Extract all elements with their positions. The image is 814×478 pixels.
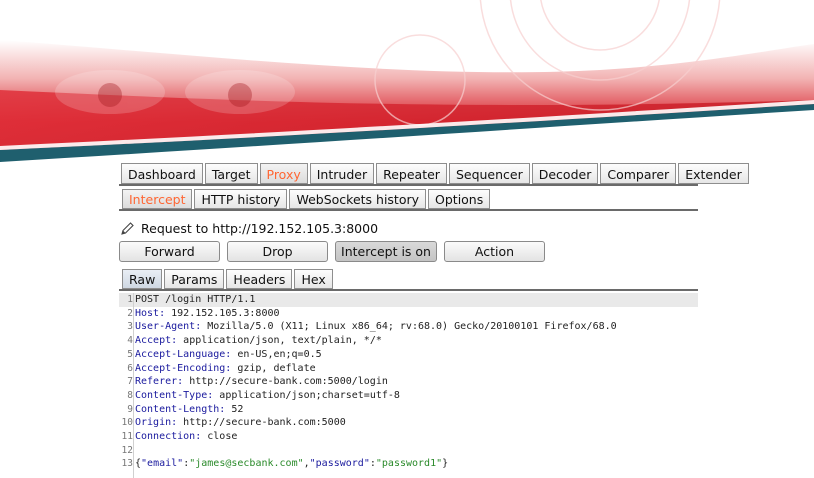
header-name: Content-Length: xyxy=(135,403,226,415)
intercept-toggle-button[interactable]: Intercept is on xyxy=(335,241,437,262)
request-line[interactable]: Referer: http://secure-bank.com:5000/log… xyxy=(135,375,388,389)
raw-request-editor[interactable]: 1 POST /login HTTP/1.1 2 Host: 192.152.105.… xyxy=(119,293,698,478)
tab-hex[interactable]: Hex xyxy=(294,269,333,289)
header-value: 52 xyxy=(225,403,244,415)
line-number: 4 xyxy=(127,335,133,347)
line-number: 6 xyxy=(127,362,133,374)
line-number: 3 xyxy=(127,321,133,333)
proxy-tab-bar: Intercept HTTP history WebSockets histor… xyxy=(122,189,492,209)
header-value: Mozilla/5.0 (X11; Linux x86_64; rv:68.0)… xyxy=(201,321,617,333)
tab-intercept[interactable]: Intercept xyxy=(122,189,193,209)
tab-sequencer[interactable]: Sequencer xyxy=(448,163,530,184)
json-key-password: "password" xyxy=(309,458,370,470)
burp-suite-window: Dashboard Target Proxy Intruder Repeater… xyxy=(116,160,749,478)
request-target-label: Request to http://192.152.105.3:8000 xyxy=(120,218,378,238)
header-value: http://secure-bank.com:5000 xyxy=(177,417,346,429)
header-name: Content-Type: xyxy=(135,389,214,401)
request-line[interactable]: Connection: close xyxy=(135,430,237,444)
json-body[interactable]: {"email":"james@secbank.com","password":… xyxy=(135,457,448,471)
main-tab-divider xyxy=(119,184,698,186)
pencil-icon xyxy=(121,221,134,235)
tab-headers[interactable]: Headers xyxy=(226,269,293,289)
header-value: gzip, deflate xyxy=(231,362,316,374)
header-name: Referer: xyxy=(135,376,184,388)
header-value: POST /login HTTP/1.1 xyxy=(135,294,256,305)
line-number: 8 xyxy=(127,389,133,401)
line-number: 1 xyxy=(127,294,133,305)
json-value-email: "james@secbank.com" xyxy=(189,458,304,470)
request-line[interactable]: POST /login HTTP/1.1 xyxy=(135,293,255,307)
banner-artwork xyxy=(0,0,814,162)
line-number: 5 xyxy=(127,348,133,360)
tab-params[interactable]: Params xyxy=(164,269,225,289)
request-line[interactable]: Accept: application/json, text/plain, */… xyxy=(135,334,382,348)
header-name: User-Agent: xyxy=(135,321,202,333)
header-value: close xyxy=(201,431,238,442)
request-line[interactable]: Content-Length: 52 xyxy=(135,403,243,417)
tab-intruder[interactable]: Intruder xyxy=(309,163,375,184)
request-line[interactable]: Origin: http://secure-bank.com:5000 xyxy=(135,416,346,430)
line-number: 9 xyxy=(127,403,133,415)
editor-tab-divider xyxy=(119,289,698,291)
message-editor-tab-bar: Raw Params Headers Hex xyxy=(122,269,335,289)
line-number-gutter xyxy=(133,293,134,478)
tab-extender[interactable]: Extender xyxy=(678,163,749,184)
request-line[interactable]: Host: 192.152.105.3:8000 xyxy=(135,307,280,321)
forward-button[interactable]: Forward xyxy=(119,241,220,262)
request-line[interactable]: Content-Type: application/json;charset=u… xyxy=(135,389,400,403)
header-value: http://secure-bank.com:5000/login xyxy=(183,376,388,388)
request-target-text: Request to http://192.152.105.3:8000 xyxy=(141,220,379,236)
header-value: application/json, text/plain, */* xyxy=(177,335,382,347)
json-value-password: "password1" xyxy=(375,458,443,470)
proxy-tab-divider xyxy=(119,209,698,211)
header-name: Host: xyxy=(135,307,166,319)
header-value: en-US,en;q=0.5 xyxy=(231,348,322,360)
header-name: Origin: xyxy=(135,417,178,429)
drop-button[interactable]: Drop xyxy=(227,241,328,262)
tab-target[interactable]: Target xyxy=(204,163,258,184)
line-number: 2 xyxy=(127,307,133,319)
line-number: 7 xyxy=(127,376,133,388)
tab-repeater[interactable]: Repeater xyxy=(376,163,447,184)
header-name: Accept-Language: xyxy=(135,348,232,360)
header-name: Connection: xyxy=(135,431,202,442)
header-name: Accept-Encoding: xyxy=(135,362,232,374)
tab-raw[interactable]: Raw xyxy=(122,269,163,289)
tab-proxy[interactable]: Proxy xyxy=(259,163,308,184)
line-number: 12 xyxy=(121,444,133,456)
tab-dashboard[interactable]: Dashboard xyxy=(121,163,203,184)
main-tab-bar: Dashboard Target Proxy Intruder Repeater… xyxy=(121,163,751,184)
action-button[interactable]: Action xyxy=(444,241,545,262)
request-line[interactable]: Accept-Language: en-US,en;q=0.5 xyxy=(135,348,322,362)
header-value: application/json;charset=utf-8 xyxy=(213,389,400,401)
line-number: 10 xyxy=(121,417,133,429)
request-line[interactable]: User-Agent: Mozilla/5.0 (X11; Linux x86_… xyxy=(135,320,617,334)
line-number: 11 xyxy=(121,431,133,442)
json-brace: } xyxy=(442,458,449,470)
header-value: 192.152.105.3:8000 xyxy=(165,307,280,319)
tab-decoder[interactable]: Decoder xyxy=(531,163,599,184)
json-key-email: "email" xyxy=(141,458,184,470)
tab-websockets-history[interactable]: WebSockets history xyxy=(289,189,427,209)
tab-http-history[interactable]: HTTP history xyxy=(194,189,288,209)
tab-comparer[interactable]: Comparer xyxy=(600,163,677,184)
header-name: Accept: xyxy=(135,335,178,347)
request-line[interactable]: Accept-Encoding: gzip, deflate xyxy=(135,362,316,376)
line-number: 13 xyxy=(121,458,133,470)
tab-options[interactable]: Options xyxy=(428,189,491,209)
